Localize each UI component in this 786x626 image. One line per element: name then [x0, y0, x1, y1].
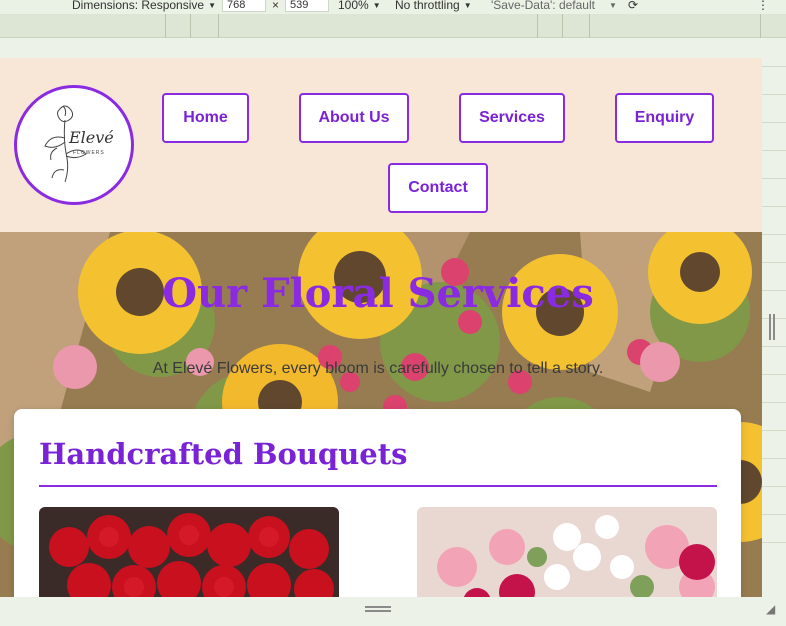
dimensions-label: Dimensions: Responsive — [72, 0, 205, 12]
throttling-label: No throttling — [395, 0, 460, 12]
top-gutter — [0, 38, 786, 58]
chevron-down-icon: ▼ — [208, 0, 216, 10]
rotate-icon[interactable]: ⟳ — [628, 0, 638, 12]
chevron-down-icon: ▼ — [463, 0, 472, 10]
times-icon: × — [272, 0, 280, 12]
zoom-label: 100% — [338, 0, 369, 12]
red-roses-image — [39, 507, 339, 597]
logo-wordmark: Elevé — [69, 128, 114, 147]
logo[interactable]: Elevé FLOWERS — [14, 85, 134, 205]
right-resize-handle[interactable] — [769, 314, 775, 340]
width-input[interactable]: 768 — [222, 0, 266, 12]
save-data-label: 'Save-Data': default — [491, 0, 595, 12]
bottom-resize-handle[interactable] — [365, 606, 391, 612]
media-query-ruler[interactable] — [0, 14, 786, 38]
nav-home-button[interactable]: Home — [162, 93, 249, 143]
section-title: Handcrafted Bouquets — [39, 437, 408, 471]
save-data-dropdown[interactable]: 'Save-Data': default ▼ — [491, 0, 617, 12]
nav-about-button[interactable]: About Us — [299, 93, 409, 143]
site-header: Elevé FLOWERS Home About Us Services Enq… — [0, 58, 762, 232]
hero-subtitle: At Elevé Flowers, every bloom is careful… — [152, 360, 604, 377]
nav-contact-button[interactable]: Contact — [388, 163, 488, 213]
bottom-gutter — [0, 597, 786, 626]
more-options-icon[interactable]: ⋮ — [757, 0, 769, 12]
hero-title: Our Floral Services — [162, 270, 594, 317]
throttling-dropdown[interactable]: No throttling ▼ — [395, 0, 472, 12]
page-viewport: Elevé FLOWERS Home About Us Services Enq… — [0, 58, 762, 597]
chevron-down-icon: ▼ — [608, 0, 617, 10]
height-input[interactable]: 539 — [285, 0, 330, 12]
bouquets-card: Handcrafted Bouquets — [14, 409, 741, 597]
chevron-down-icon: ▼ — [372, 0, 381, 10]
devtools-device-toolbar: Dimensions: Responsive ▼ 768 × 539 100% … — [0, 0, 786, 14]
zoom-dropdown[interactable]: 100% ▼ — [338, 0, 381, 12]
mixed-bouquet-image — [417, 507, 717, 597]
corner-resize-icon[interactable]: ◢ — [766, 602, 775, 616]
nav-enquiry-button[interactable]: Enquiry — [615, 93, 714, 143]
logo-subtext: FLOWERS — [73, 150, 105, 156]
dimensions-dropdown[interactable]: Dimensions: Responsive ▼ — [72, 0, 216, 12]
nav-services-button[interactable]: Services — [459, 93, 565, 143]
section-divider — [39, 485, 717, 487]
